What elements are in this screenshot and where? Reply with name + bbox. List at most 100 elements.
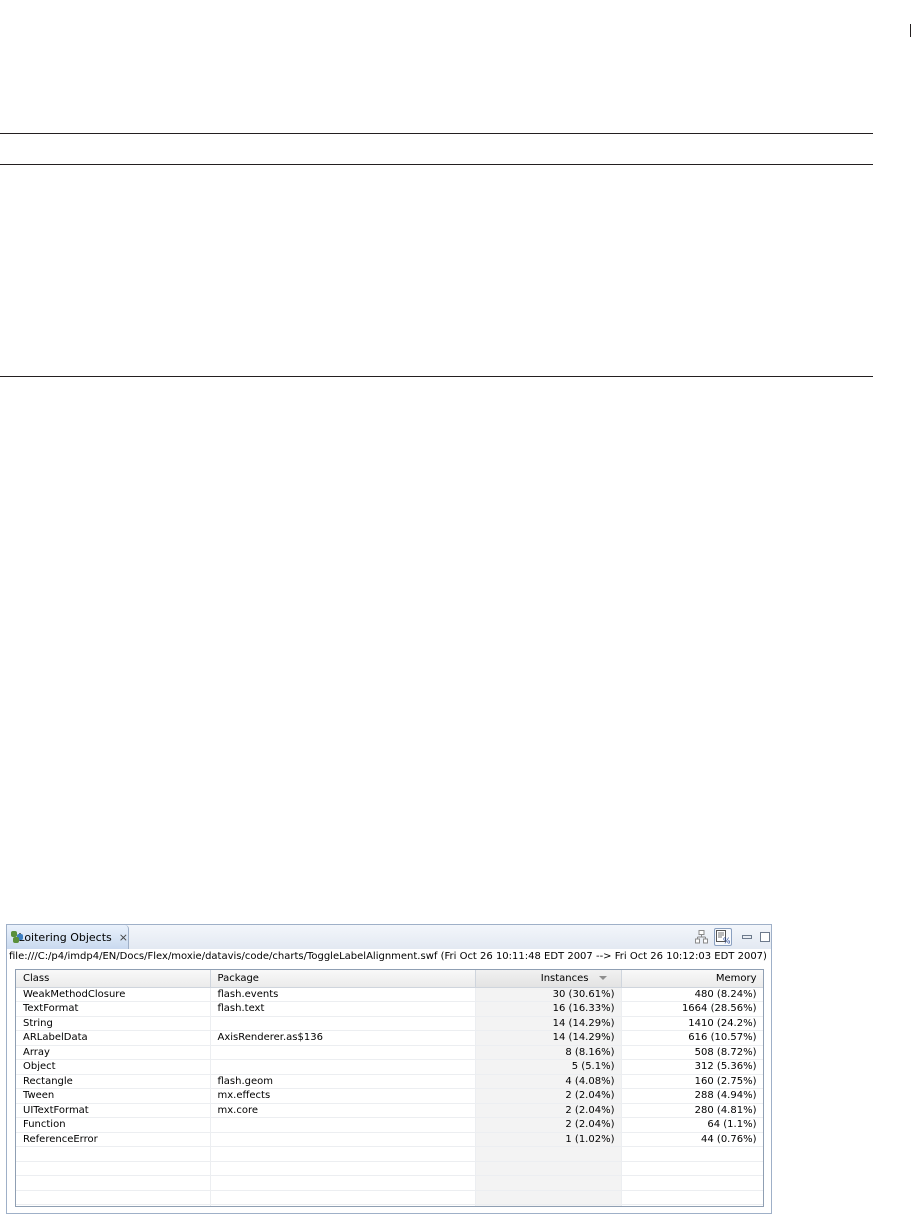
- empty-table-row: [16, 1146, 763, 1162]
- cell-instances: 14 (14.29%): [475, 1016, 622, 1031]
- table-row[interactable]: ARLabelData AxisRenderer.as$136 14 (14.29%…: [16, 1030, 763, 1046]
- cell-package: [210, 1175, 476, 1191]
- table-row[interactable]: ReferenceError 1 (1.02%) 44 (0.76%): [16, 1132, 763, 1147]
- loitering-objects-icon: [11, 930, 23, 944]
- tab-loitering-objects[interactable]: Loitering Objects ⨯: [7, 925, 129, 949]
- table-row[interactable]: WeakMethodClosure flash.events 30 (30.61%)…: [16, 987, 763, 1002]
- empty-table-row: [16, 1161, 763, 1176]
- cell-instances: 2 (2.04%): [475, 1103, 622, 1118]
- cell-package: flash.text: [210, 1001, 476, 1017]
- swf-file-path: file:///C:/p4/imdp4/EN/Docs/Flex/moxie/d…: [7, 949, 771, 965]
- cell-package: [210, 1190, 476, 1205]
- cell-class: String: [16, 1016, 211, 1031]
- cell-memory: 1664 (28.56%): [621, 1001, 763, 1017]
- empty-table-row: [16, 1204, 763, 1206]
- cell-package: [210, 1204, 476, 1206]
- cell-memory: 312 (5.36%): [621, 1059, 763, 1075]
- maximize-button[interactable]: [756, 928, 774, 946]
- cell-package: flash.geom: [210, 1074, 476, 1089]
- table-rule-top: [0, 133, 873, 134]
- cell-class: [16, 1190, 211, 1205]
- cell-instances: 2 (2.04%): [475, 1117, 622, 1133]
- cell-package: mx.effects: [210, 1088, 476, 1104]
- cell-class: Array: [16, 1045, 211, 1060]
- cell-instances: 4 (4.08%): [475, 1074, 622, 1089]
- cell-package: [210, 1059, 476, 1075]
- cell-instances: 2 (2.04%): [475, 1088, 622, 1104]
- cell-instances: 5 (5.1%): [475, 1059, 622, 1075]
- cell-memory: 480 (8.24%): [621, 987, 763, 1002]
- column-header-class[interactable]: Class: [16, 970, 211, 988]
- cell-memory: [621, 1204, 763, 1206]
- cell-class: Object: [16, 1059, 211, 1075]
- cell-class: TextFormat: [16, 1001, 211, 1017]
- cell-memory: 280 (4.81%): [621, 1103, 763, 1118]
- cell-instances: [475, 1204, 622, 1206]
- cell-instances: 1 (1.02%): [475, 1132, 622, 1147]
- cell-memory: 64 (1.1%): [621, 1117, 763, 1133]
- cell-class: [16, 1175, 211, 1191]
- cell-package: AxisRenderer.as$136: [210, 1030, 476, 1046]
- cell-package: [210, 1146, 476, 1162]
- tree-icon: [695, 930, 708, 944]
- sort-descending-icon: [598, 975, 607, 980]
- cell-package: [210, 1045, 476, 1060]
- column-header-label: Instances: [540, 972, 589, 984]
- page-edge-mark: [910, 24, 911, 37]
- column-header-package[interactable]: Package: [210, 970, 476, 988]
- table-row[interactable]: Array 8 (8.16%) 508 (8.72%): [16, 1045, 763, 1060]
- cell-class: [16, 1146, 211, 1162]
- percent-icon: %: [716, 930, 730, 944]
- table-row[interactable]: Function 2 (2.04%) 64 (1.1%): [16, 1117, 763, 1133]
- minimize-icon: [742, 935, 752, 939]
- cell-class: ARLabelData: [16, 1030, 211, 1046]
- close-icon[interactable]: ⨯: [119, 932, 128, 943]
- table-rule-bottom: [0, 376, 873, 377]
- column-header-instances[interactable]: Instances: [475, 970, 622, 988]
- column-header-label: Memory: [715, 972, 757, 984]
- cell-memory: 1410 (24.2%): [621, 1016, 763, 1031]
- column-header-memory[interactable]: Memory: [621, 970, 763, 988]
- table-row[interactable]: TextFormat flash.text 16 (16.33%) 1664 (28.…: [16, 1001, 763, 1017]
- cell-instances: 8 (8.16%): [475, 1045, 622, 1060]
- cell-memory: [621, 1175, 763, 1191]
- cell-instances: 30 (30.61%): [475, 987, 622, 1002]
- cell-memory: 508 (8.72%): [621, 1045, 763, 1060]
- empty-table-row: [16, 1175, 763, 1191]
- cell-memory: 616 (10.57%): [621, 1030, 763, 1046]
- table-row[interactable]: Object 5 (5.1%) 312 (5.36%): [16, 1059, 763, 1075]
- cell-memory: 288 (4.94%): [621, 1088, 763, 1104]
- cell-package: [210, 1016, 476, 1031]
- show-percentages-button[interactable]: %: [714, 928, 732, 946]
- cell-package: [210, 1132, 476, 1147]
- minimize-button[interactable]: [738, 928, 756, 946]
- cell-package: flash.events: [210, 987, 476, 1002]
- table-row[interactable]: String 14 (14.29%) 1410 (24.2%): [16, 1016, 763, 1031]
- cell-class: Rectangle: [16, 1074, 211, 1089]
- cell-package: [210, 1117, 476, 1133]
- table-row[interactable]: Tween mx.effects 2 (2.04%) 288 (4.94%): [16, 1088, 763, 1104]
- cell-instances: [475, 1161, 622, 1176]
- cell-memory: 44 (0.76%): [621, 1132, 763, 1147]
- svg-text:%: %: [723, 937, 730, 945]
- table-row[interactable]: Rectangle flash.geom 4 (4.08%) 160 (2.75%): [16, 1074, 763, 1089]
- cell-memory: [621, 1190, 763, 1205]
- table-row[interactable]: UITextFormat mx.core 2 (2.04%) 280 (4.81%): [16, 1103, 763, 1118]
- cell-class: Tween: [16, 1088, 211, 1104]
- cell-class: WeakMethodClosure: [16, 987, 211, 1002]
- maximize-icon: [760, 932, 770, 942]
- show-hierarchy-button[interactable]: [693, 928, 711, 946]
- cell-memory: [621, 1146, 763, 1162]
- view-tab-bar: Loitering Objects ⨯ %: [7, 925, 771, 950]
- cell-instances: 14 (14.29%): [475, 1030, 622, 1046]
- cell-package: [210, 1161, 476, 1176]
- table-header-row: Class Package Instances Memory: [16, 970, 763, 988]
- tab-label: Loitering Objects: [18, 930, 112, 944]
- cell-instances: 16 (16.33%): [475, 1001, 622, 1017]
- cell-class: Function: [16, 1117, 211, 1133]
- table-rule-header: [0, 164, 873, 165]
- cell-instances: [475, 1190, 622, 1205]
- loitering-objects-table[interactable]: Class Package Instances Memory WeakMetho…: [15, 969, 764, 1207]
- cell-class: [16, 1204, 211, 1206]
- cell-instances: [475, 1175, 622, 1191]
